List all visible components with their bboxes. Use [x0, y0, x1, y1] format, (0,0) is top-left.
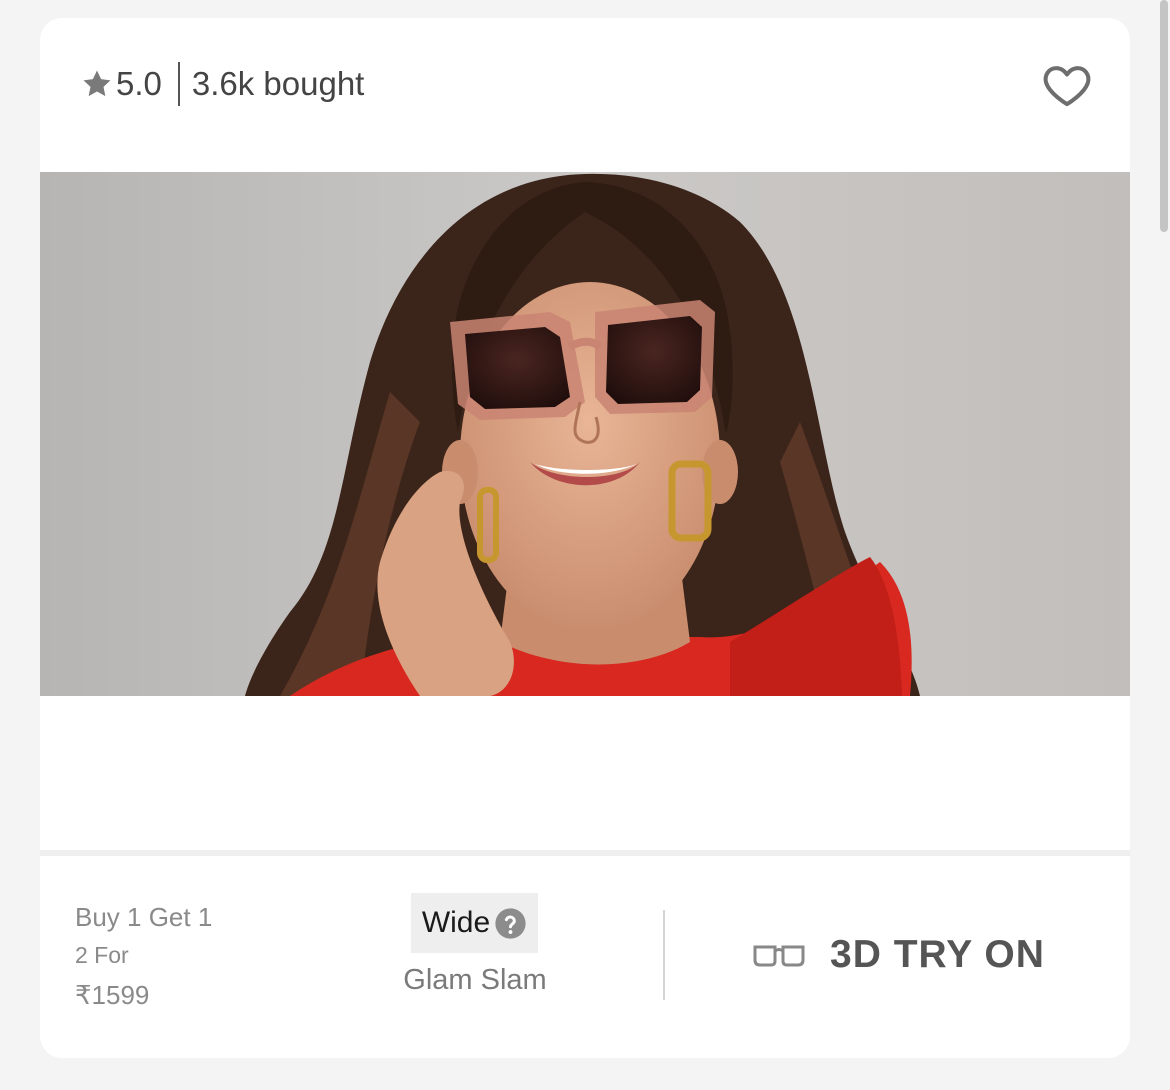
- try-on-label: 3D TRY ON: [830, 933, 1045, 976]
- 3d-try-on-button[interactable]: 3D TRY ON: [752, 930, 1045, 980]
- offer-title: Buy 1 Get 1: [75, 902, 213, 932]
- rating-divider: [177, 62, 180, 106]
- offer-price: ₹1599: [75, 980, 150, 1010]
- heart-outline-icon[interactable]: [1040, 58, 1094, 112]
- size-chip-label: Wide: [421, 906, 491, 939]
- product-card[interactable]: 5.0 3.6k bought Buy 1 Get 1 2 For ₹1599 …: [40, 18, 1130, 1058]
- offer-info: Buy 1 Get 1 2 For ₹1599: [75, 900, 212, 1012]
- size-chip[interactable]: Wide: [411, 893, 538, 953]
- vertical-divider: [663, 910, 665, 1000]
- card-header: 5.0 3.6k bought: [40, 18, 1130, 170]
- glasses-icon: [753, 945, 805, 967]
- scrollbar[interactable]: [1160, 0, 1168, 232]
- star-icon: [83, 70, 111, 97]
- card-divider: [40, 850, 1130, 856]
- product-image[interactable]: [40, 172, 1130, 696]
- rating-summary: 5.0 3.6k bought: [80, 62, 364, 106]
- question-icon[interactable]: [494, 907, 527, 940]
- rating-value: 5.0: [116, 65, 162, 102]
- collection-name: Glam Slam: [403, 964, 547, 996]
- bought-count: 3.6k bought: [191, 65, 365, 102]
- offer-subtitle: 2 For: [75, 942, 129, 968]
